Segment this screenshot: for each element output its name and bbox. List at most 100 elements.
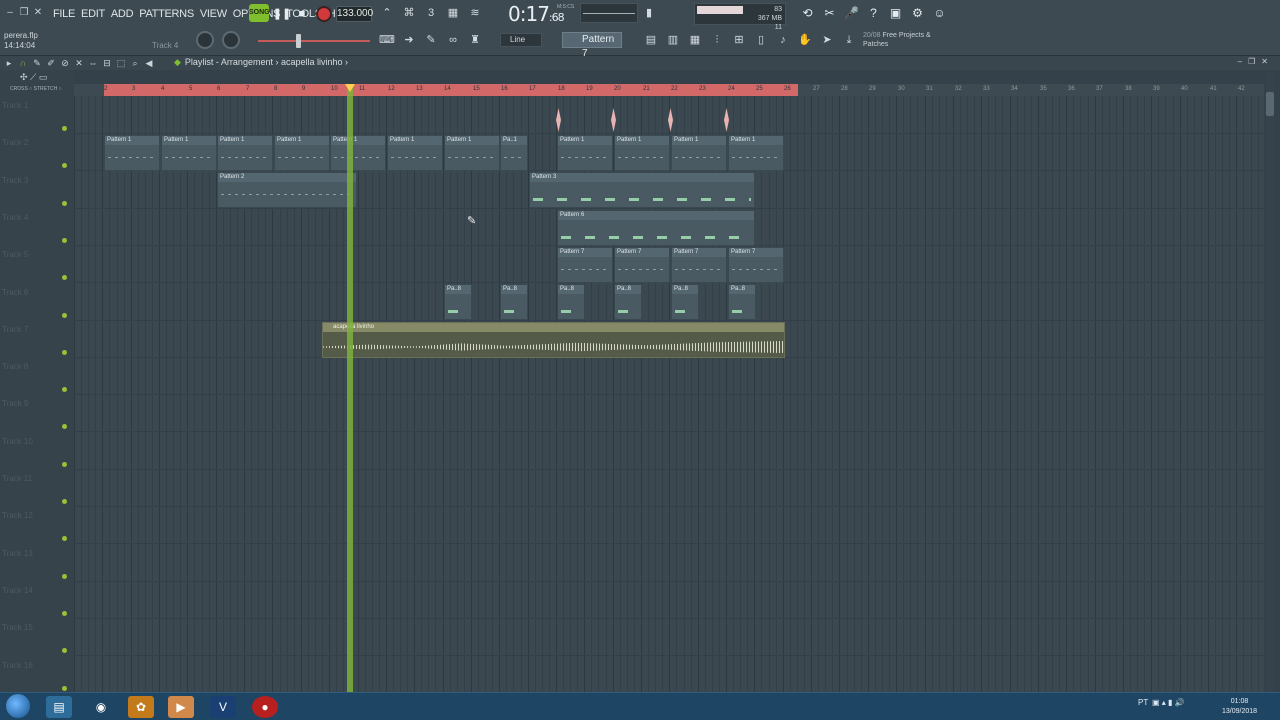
pattern-clip[interactable]: Pa..8 [671,284,699,320]
chat-icon[interactable]: ☺ [930,3,949,23]
playback-icon[interactable]: ◀ [144,57,154,69]
restore-button[interactable]: ❐ [18,7,30,19]
record-button[interactable] [316,6,332,22]
track-label[interactable]: Track 13 [2,549,33,558]
language-indicator[interactable]: PT [1138,698,1148,707]
pattern-clip[interactable]: Pa..8 [557,284,585,320]
plugin-picker-icon[interactable]: ♪ [774,31,792,49]
track-row[interactable] [74,619,1264,656]
select-icon[interactable]: ⬚ [116,57,126,69]
pattern-clip[interactable]: Pattern 1 [161,135,217,171]
pattern-clip[interactable]: Pattern 1 [671,135,727,171]
pattern-selector[interactable]: Pattern 7 [562,32,622,59]
pattern-clip[interactable]: Pattern 1 [217,135,273,171]
countdown-icon[interactable]: 3 [422,4,440,22]
explorer-icon[interactable]: ▤ [46,696,72,718]
slip-icon[interactable]: ⇔ [88,57,98,69]
track-enable-toggle[interactable] [62,574,67,579]
close-button[interactable]: ✕ [32,7,44,19]
track-enable-toggle[interactable] [62,275,67,280]
track-label[interactable]: Track 12 [2,511,33,520]
browser-icon[interactable]: ⊞ [730,31,748,49]
track-label[interactable]: Track 5 [2,250,28,259]
playlist-window-buttons[interactable]: ‒❐✕ [1238,57,1274,66]
master-pitch-slider[interactable] [258,40,370,42]
master-volume-knob[interactable] [196,31,214,49]
playhead[interactable] [347,84,353,692]
pattern-clip[interactable]: Pattern 1 [330,135,386,171]
download-icon[interactable]: ⤓ [840,31,858,49]
track-row[interactable] [74,657,1264,694]
save-icon[interactable]: ▣ [886,3,905,23]
wait-input-icon[interactable]: ⌘ [400,4,418,22]
audio-clip[interactable]: acapella livinho [322,322,785,358]
zoom-icon[interactable]: ⌕ [130,57,140,69]
song-mode-button[interactable]: SONG [249,4,270,22]
pattern-clip[interactable]: Pattern 2 [217,172,357,208]
pattern-clip[interactable]: Pattern 7 [671,247,727,283]
file-icon[interactable]: ▯ [752,31,770,49]
menu-view[interactable]: VIEW [197,6,230,22]
track-row[interactable] [74,545,1264,582]
undo-icon[interactable]: ⟲ [798,3,817,23]
pattern-clip[interactable]: Pa..8 [444,284,472,320]
delete-icon[interactable]: ⊘ [60,57,70,69]
pattern-clip[interactable]: Pattern 1 [614,135,670,171]
menu-arrow-icon[interactable]: ▸ [4,57,14,69]
track-label[interactable]: Track 15 [2,623,33,632]
cut-icon[interactable]: ✂ [820,3,839,23]
tempo-display[interactable]: 133.000 [336,6,373,22]
tray-icons[interactable]: ▣ ▴ ▮ 🔊 [1152,698,1185,707]
track-label[interactable]: Track 2 [2,138,28,147]
track-enable-toggle[interactable] [62,201,67,206]
fl-studio-icon[interactable]: ✿ [128,696,154,718]
master-volume-icon[interactable]: ▮ [640,4,658,22]
pattern-clip[interactable]: Pa..1 [500,135,528,171]
playhead-marker[interactable] [345,84,355,92]
scroll-arrows-icon[interactable]: ✣ ⟋ ▭ [20,72,47,83]
track-label[interactable]: Track 8 [2,362,28,371]
track-label[interactable]: Track 3 [2,176,28,185]
pattern-clip[interactable]: Pattern 1 [728,135,784,171]
menu-file[interactable]: FILE [50,6,78,22]
track-row[interactable] [74,470,1264,507]
step-edit-icon[interactable]: ▦ [444,4,462,22]
track-enable-toggle[interactable] [62,387,67,392]
metronome-icon[interactable]: ⌃ [378,4,396,22]
link-icon[interactable]: ∞ [444,31,462,49]
track-row[interactable] [74,582,1264,619]
playlist-clip[interactable]: acapella livinho [281,57,343,67]
media-player-icon[interactable]: ▶ [168,696,194,718]
master-pitch-knob[interactable] [222,31,240,49]
news-panel[interactable]: 20/08 Free Projects & Patches [863,31,931,49]
brush-icon[interactable]: ✎ [422,31,440,49]
menu-edit[interactable]: EDIT [78,6,108,22]
track-enable-toggle[interactable] [62,163,67,168]
pattern-clip[interactable]: Pattern 1 [274,135,330,171]
pattern-clip[interactable]: Pattern 1 [557,135,613,171]
slice-icon[interactable]: ⊟ [102,57,112,69]
pattern-clip[interactable]: Pattern 7 [557,247,613,283]
minimize-button[interactable]: ‒ [4,7,16,19]
track-row[interactable] [74,507,1264,544]
mute-icon[interactable]: ✕ [74,57,84,69]
scroll-thumb[interactable] [1266,92,1274,116]
track-label[interactable]: Track 9 [2,399,28,408]
piano-icon[interactable]: ⌨ [378,31,396,49]
pattern-clip[interactable]: Pattern 3 [529,172,755,208]
pattern-clip[interactable]: Pattern 1 [104,135,160,171]
pattern-clip[interactable]: Pattern 6 [557,210,755,246]
track-enable-toggle[interactable] [62,611,67,616]
cross-label[interactable]: CROSS [10,86,28,92]
track-row[interactable] [74,433,1264,470]
menu-add[interactable]: ADD [108,6,136,22]
play-pause-button[interactable]: ❚❚ [272,4,292,24]
snap-select[interactable]: Line [500,33,542,47]
arrow-icon[interactable]: ➜ [400,31,418,49]
track-label[interactable]: Track 16 [2,661,33,670]
track-enable-toggle[interactable] [62,424,67,429]
track-enable-toggle[interactable] [62,499,67,504]
export-icon[interactable]: ➤ [818,31,836,49]
playlist-icon[interactable]: ▤ [642,31,660,49]
magnet-icon[interactable]: ∩ [18,57,28,69]
